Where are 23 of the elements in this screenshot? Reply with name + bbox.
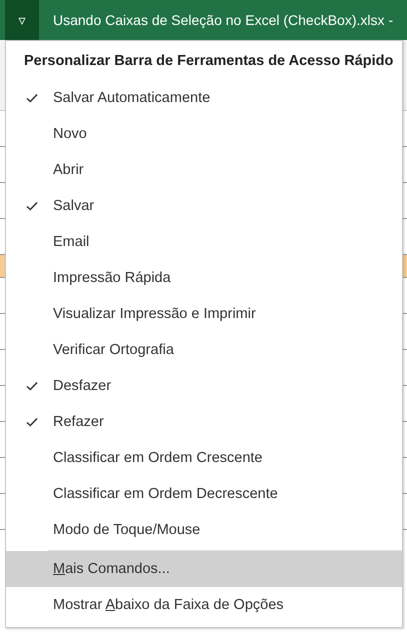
menu-item[interactable]: Verificar Ortografia xyxy=(6,332,402,368)
menu-item[interactable]: Mostrar Abaixo da Faixa de Opções xyxy=(6,587,402,623)
menu-item[interactable]: Refazer xyxy=(6,404,402,440)
menu-item[interactable]: Salvar Automaticamente xyxy=(6,80,402,116)
checkmark-icon xyxy=(26,93,38,103)
checkmark-icon xyxy=(26,381,38,391)
menu-item[interactable]: Mais Comandos... xyxy=(6,551,402,587)
menu-item[interactable]: Visualizar Impressão e Imprimir xyxy=(6,296,402,332)
menu-heading: Personalizar Barra de Ferramentas de Acesso Rápido xyxy=(23,52,394,71)
quick-access-menu-button[interactable]: ▿ xyxy=(5,0,39,40)
menu-item[interactable]: Desfazer xyxy=(6,368,402,404)
checkmark-icon xyxy=(26,201,38,211)
menu-item[interactable]: Novo xyxy=(6,116,402,152)
menu-item[interactable]: Modo de Toque/Mouse xyxy=(6,512,402,548)
window-title-tail: - xyxy=(388,12,394,28)
menu-item[interactable]: Classificar em Ordem Decrescente xyxy=(6,476,402,512)
menu-item[interactable]: Impressão Rápida xyxy=(6,260,402,296)
menu-item[interactable]: Classificar em Ordem Crescente xyxy=(6,440,402,476)
menu-item[interactable]: Abrir xyxy=(6,152,402,188)
menu-item[interactable]: Email xyxy=(6,224,402,260)
window-title: Usando Caixas de Seleção no Excel (CheckBox).xlsx xyxy=(53,12,384,28)
checkmark-icon xyxy=(26,417,38,427)
menu-item[interactable]: Salvar xyxy=(6,188,402,224)
